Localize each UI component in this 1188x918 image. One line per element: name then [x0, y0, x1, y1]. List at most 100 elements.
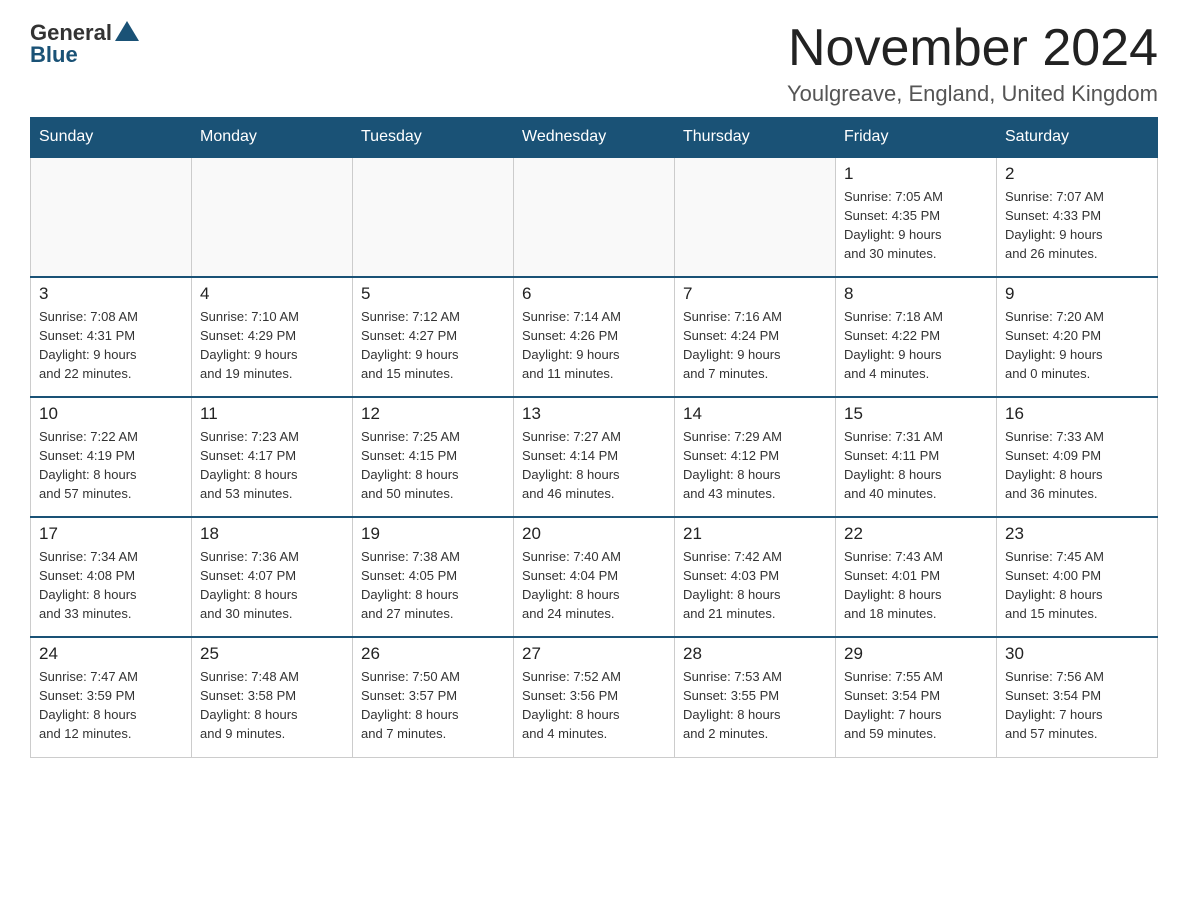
weekday-header-monday: Monday — [192, 118, 353, 158]
day-number: 18 — [200, 524, 344, 544]
calendar-cell: 20 Sunrise: 7:40 AM Sunset: 4:04 PM Dayli… — [514, 517, 675, 637]
day-number: 12 — [361, 404, 505, 424]
calendar-cell: 27 Sunrise: 7:52 AM Sunset: 3:56 PM Dayli… — [514, 637, 675, 757]
calendar-cell: 18 Sunrise: 7:36 AM Sunset: 4:07 PM Dayli… — [192, 517, 353, 637]
calendar-cell: 14 Sunrise: 7:29 AM Sunset: 4:12 PM Dayli… — [675, 397, 836, 517]
calendar-week-row: 10 Sunrise: 7:22 AM Sunset: 4:19 PM Dayli… — [31, 397, 1158, 517]
day-number: 7 — [683, 284, 827, 304]
calendar-cell: 19Sunrise: 7:38 AM Sunset: 4:05 PM Dayli… — [353, 517, 514, 637]
day-number: 25 — [200, 644, 344, 664]
day-info: Sunrise: 7:23 AM Sunset: 4:17 PM Dayligh… — [200, 428, 344, 503]
day-info: Sunrise: 7:33 AM Sunset: 4:09 PM Dayligh… — [1005, 428, 1149, 503]
day-info: Sunrise: 7:14 AM Sunset: 4:26 PM Dayligh… — [522, 308, 666, 383]
day-number: 4 — [200, 284, 344, 304]
day-number: 8 — [844, 284, 988, 304]
day-number: 23 — [1005, 524, 1149, 544]
calendar-cell: 24Sunrise: 7:47 AM Sunset: 3:59 PM Dayli… — [31, 637, 192, 757]
calendar-cell: 22 Sunrise: 7:43 AM Sunset: 4:01 PM Dayli… — [836, 517, 997, 637]
day-info: Sunrise: 7:34 AM Sunset: 4:08 PM Dayligh… — [39, 548, 183, 623]
calendar-cell: 6 Sunrise: 7:14 AM Sunset: 4:26 PM Daylig… — [514, 277, 675, 397]
day-info: Sunrise: 7:56 AM Sunset: 3:54 PM Dayligh… — [1005, 668, 1149, 743]
day-number: 30 — [1005, 644, 1149, 664]
calendar-cell: 10 Sunrise: 7:22 AM Sunset: 4:19 PM Dayli… — [31, 397, 192, 517]
day-number: 27 — [522, 644, 666, 664]
calendar-table: SundayMondayTuesdayWednesdayThursdayFrid… — [30, 117, 1158, 758]
day-info: Sunrise: 7:45 AM Sunset: 4:00 PM Dayligh… — [1005, 548, 1149, 623]
day-info: Sunrise: 7:07 AM Sunset: 4:33 PM Dayligh… — [1005, 188, 1149, 263]
calendar-cell: 12 Sunrise: 7:25 AM Sunset: 4:15 PM Dayli… — [353, 397, 514, 517]
day-number: 17 — [39, 524, 183, 544]
day-info: Sunrise: 7:29 AM Sunset: 4:12 PM Dayligh… — [683, 428, 827, 503]
day-info: Sunrise: 7:22 AM Sunset: 4:19 PM Dayligh… — [39, 428, 183, 503]
month-title: November 2024 — [787, 20, 1158, 77]
day-number: 28 — [683, 644, 827, 664]
calendar-week-row: 1 Sunrise: 7:05 AM Sunset: 4:35 PM Daylig… — [31, 157, 1158, 277]
calendar-cell — [514, 157, 675, 277]
calendar-cell: 11Sunrise: 7:23 AM Sunset: 4:17 PM Dayli… — [192, 397, 353, 517]
calendar-week-row: 3Sunrise: 7:08 AM Sunset: 4:31 PM Daylig… — [31, 277, 1158, 397]
weekday-header-sunday: Sunday — [31, 118, 192, 158]
weekday-header-friday: Friday — [836, 118, 997, 158]
location-title: Youlgreave, England, United Kingdom — [787, 81, 1158, 107]
day-number: 1 — [844, 164, 988, 184]
day-number: 24 — [39, 644, 183, 664]
calendar-header-row: SundayMondayTuesdayWednesdayThursdayFrid… — [31, 118, 1158, 158]
day-info: Sunrise: 7:10 AM Sunset: 4:29 PM Dayligh… — [200, 308, 344, 383]
page-header: General Blue November 2024 Youlgreave, E… — [30, 20, 1158, 107]
day-number: 6 — [522, 284, 666, 304]
day-info: Sunrise: 7:48 AM Sunset: 3:58 PM Dayligh… — [200, 668, 344, 743]
day-info: Sunrise: 7:16 AM Sunset: 4:24 PM Dayligh… — [683, 308, 827, 383]
day-info: Sunrise: 7:12 AM Sunset: 4:27 PM Dayligh… — [361, 308, 505, 383]
calendar-week-row: 17 Sunrise: 7:34 AM Sunset: 4:08 PM Dayli… — [31, 517, 1158, 637]
calendar-cell: 21 Sunrise: 7:42 AM Sunset: 4:03 PM Dayli… — [675, 517, 836, 637]
calendar-week-row: 24Sunrise: 7:47 AM Sunset: 3:59 PM Dayli… — [31, 637, 1158, 757]
calendar-cell: 5 Sunrise: 7:12 AM Sunset: 4:27 PM Daylig… — [353, 277, 514, 397]
calendar-cell: 26 Sunrise: 7:50 AM Sunset: 3:57 PM Dayli… — [353, 637, 514, 757]
day-number: 26 — [361, 644, 505, 664]
weekday-header-thursday: Thursday — [675, 118, 836, 158]
calendar-cell — [31, 157, 192, 277]
calendar-cell: 23 Sunrise: 7:45 AM Sunset: 4:00 PM Dayli… — [997, 517, 1158, 637]
day-number: 21 — [683, 524, 827, 544]
calendar-cell: 17 Sunrise: 7:34 AM Sunset: 4:08 PM Dayli… — [31, 517, 192, 637]
day-info: Sunrise: 7:55 AM Sunset: 3:54 PM Dayligh… — [844, 668, 988, 743]
calendar-cell: 28 Sunrise: 7:53 AM Sunset: 3:55 PM Dayli… — [675, 637, 836, 757]
logo: General Blue — [30, 20, 139, 68]
calendar-cell — [675, 157, 836, 277]
day-info: Sunrise: 7:25 AM Sunset: 4:15 PM Dayligh… — [361, 428, 505, 503]
calendar-cell: 2Sunrise: 7:07 AM Sunset: 4:33 PM Daylig… — [997, 157, 1158, 277]
logo-triangle-icon — [115, 21, 139, 41]
calendar-cell: 30 Sunrise: 7:56 AM Sunset: 3:54 PM Dayli… — [997, 637, 1158, 757]
day-info: Sunrise: 7:27 AM Sunset: 4:14 PM Dayligh… — [522, 428, 666, 503]
calendar-cell: 16 Sunrise: 7:33 AM Sunset: 4:09 PM Dayli… — [997, 397, 1158, 517]
day-number: 20 — [522, 524, 666, 544]
day-number: 16 — [1005, 404, 1149, 424]
day-info: Sunrise: 7:20 AM Sunset: 4:20 PM Dayligh… — [1005, 308, 1149, 383]
title-section: November 2024 Youlgreave, England, Unite… — [787, 20, 1158, 107]
calendar-cell: 29 Sunrise: 7:55 AM Sunset: 3:54 PM Dayli… — [836, 637, 997, 757]
day-info: Sunrise: 7:42 AM Sunset: 4:03 PM Dayligh… — [683, 548, 827, 623]
day-number: 22 — [844, 524, 988, 544]
day-number: 29 — [844, 644, 988, 664]
day-number: 5 — [361, 284, 505, 304]
day-number: 10 — [39, 404, 183, 424]
day-info: Sunrise: 7:53 AM Sunset: 3:55 PM Dayligh… — [683, 668, 827, 743]
day-info: Sunrise: 7:50 AM Sunset: 3:57 PM Dayligh… — [361, 668, 505, 743]
day-info: Sunrise: 7:52 AM Sunset: 3:56 PM Dayligh… — [522, 668, 666, 743]
calendar-cell: 3Sunrise: 7:08 AM Sunset: 4:31 PM Daylig… — [31, 277, 192, 397]
calendar-cell — [192, 157, 353, 277]
day-info: Sunrise: 7:40 AM Sunset: 4:04 PM Dayligh… — [522, 548, 666, 623]
day-info: Sunrise: 7:05 AM Sunset: 4:35 PM Dayligh… — [844, 188, 988, 263]
day-info: Sunrise: 7:43 AM Sunset: 4:01 PM Dayligh… — [844, 548, 988, 623]
weekday-header-tuesday: Tuesday — [353, 118, 514, 158]
weekday-header-wednesday: Wednesday — [514, 118, 675, 158]
day-info: Sunrise: 7:18 AM Sunset: 4:22 PM Dayligh… — [844, 308, 988, 383]
weekday-header-saturday: Saturday — [997, 118, 1158, 158]
day-info: Sunrise: 7:36 AM Sunset: 4:07 PM Dayligh… — [200, 548, 344, 623]
calendar-cell: 25 Sunrise: 7:48 AM Sunset: 3:58 PM Dayli… — [192, 637, 353, 757]
calendar-cell: 7 Sunrise: 7:16 AM Sunset: 4:24 PM Daylig… — [675, 277, 836, 397]
calendar-cell: 15Sunrise: 7:31 AM Sunset: 4:11 PM Dayli… — [836, 397, 997, 517]
calendar-cell: 9Sunrise: 7:20 AM Sunset: 4:20 PM Daylig… — [997, 277, 1158, 397]
day-number: 19 — [361, 524, 505, 544]
day-number: 14 — [683, 404, 827, 424]
